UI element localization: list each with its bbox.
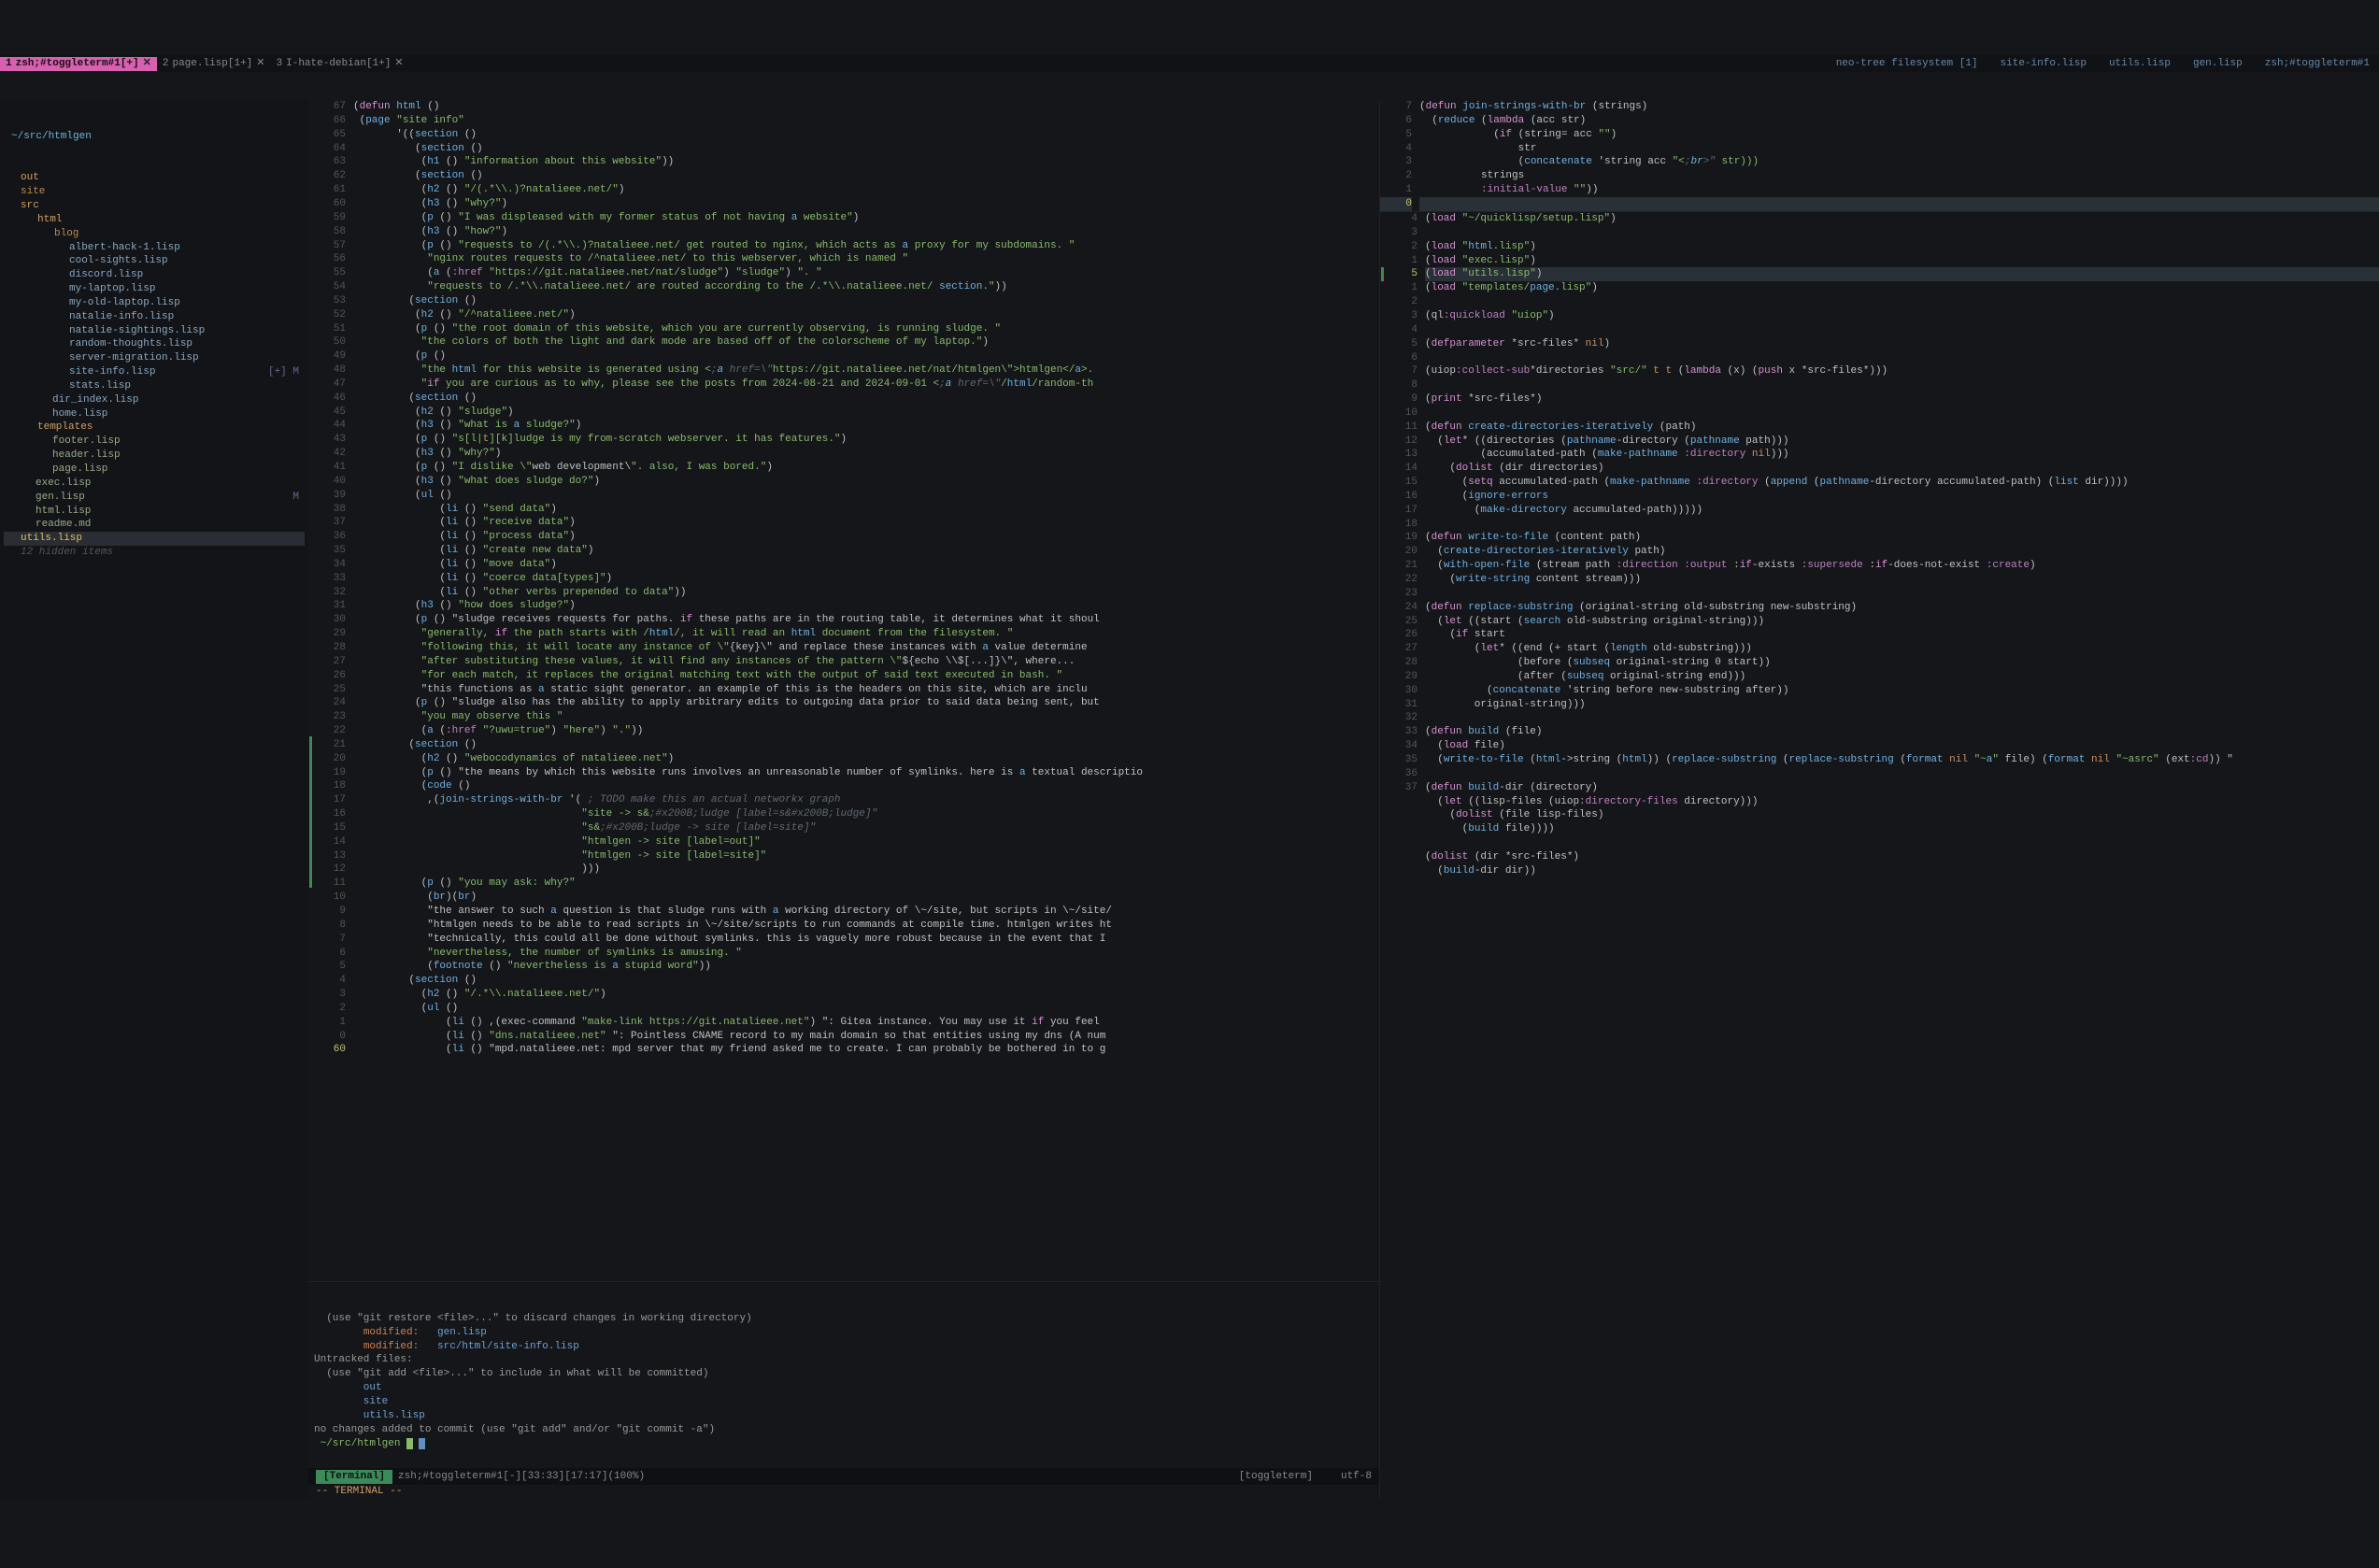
tab-2[interactable]: 2 page.lisp[1+] ✕ <box>157 57 271 71</box>
status-filetype: [toggleterm] <box>1239 1470 1313 1484</box>
tree-item[interactable]: html.lisp <box>4 505 305 519</box>
tree-item[interactable]: albert-hack-1.lisp <box>4 241 305 255</box>
editor-bottom-right[interactable]: 4321512345678910111213141516171819202122… <box>1380 212 2379 1499</box>
tree-item[interactable]: blog <box>4 227 305 241</box>
tree-item[interactable]: src <box>4 199 305 213</box>
tree-item[interactable]: templates <box>4 421 305 435</box>
tree-item[interactable]: natalie-info.lisp <box>4 310 305 324</box>
tree-item[interactable]: site-info.lisp[+] M <box>4 365 305 379</box>
winbar: neo-tree filesystem [1] site-info.lisp u… <box>1836 57 2379 71</box>
tree-item[interactable]: dir_index.lisp <box>4 393 305 407</box>
tree-item[interactable]: header.lisp <box>4 449 305 463</box>
tree-item[interactable]: site <box>4 185 305 199</box>
tab-label: page.lisp[1+] <box>172 57 252 71</box>
tab-label: zsh;#toggleterm#1[+] <box>16 57 139 71</box>
tree-item[interactable]: gen.lispM <box>4 491 305 505</box>
tree-item[interactable]: page.lisp <box>4 463 305 477</box>
tree-item[interactable]: natalie-sightings.lisp <box>4 324 305 338</box>
tree-badge: [+] M <box>268 365 305 379</box>
tab-3[interactable]: 3 I-hate-debian[1+] ✕ <box>271 57 409 71</box>
winbar-item[interactable]: neo-tree filesystem [1] <box>1836 57 1978 71</box>
tree-item[interactable]: readme.md <box>4 518 305 532</box>
status-file: zsh;#toggleterm#1[-][33:33][17:17](100%) <box>392 1470 645 1484</box>
tree-item[interactable]: 12 hidden items <box>4 546 305 560</box>
close-icon[interactable]: ✕ <box>394 57 403 71</box>
tree-item[interactable]: my-old-laptop.lisp <box>4 296 305 310</box>
tree-item[interactable]: stats.lisp <box>4 379 305 393</box>
tree-item[interactable]: discord.lisp <box>4 268 305 282</box>
tree-item[interactable]: home.lisp <box>4 407 305 421</box>
tab-num: 3 <box>277 57 283 71</box>
tree-item[interactable]: out <box>4 171 305 185</box>
tree-item[interactable]: footer.lisp <box>4 435 305 449</box>
code-content[interactable]: (load "~/quicklisp/setup.lisp") (load "h… <box>1425 212 2379 1499</box>
tree-item[interactable]: cool-sights.lisp <box>4 254 305 268</box>
line-gutter: 76543210 <box>1380 100 1419 211</box>
tree-item[interactable]: exec.lisp <box>4 477 305 491</box>
tab-num: 1 <box>6 57 12 71</box>
winbar-item[interactable]: gen.lisp <box>2193 57 2243 71</box>
close-icon[interactable]: ✕ <box>143 57 151 71</box>
tree-badge: M <box>292 491 305 505</box>
mode-indicator: -- TERMINAL -- <box>308 1485 1379 1499</box>
tree-item[interactable]: server-migration.lisp <box>4 351 305 365</box>
winbar-item[interactable]: zsh;#toggleterm#1 <box>2265 57 2370 71</box>
tree-root[interactable]: ~/src/htmlgen <box>4 130 305 144</box>
terminal-pane[interactable]: (use "git restore <file>..." to discard … <box>308 1281 1379 1468</box>
line-gutter: 6766656463626160595857565554535251504948… <box>314 100 353 1281</box>
editor-left[interactable]: 6766656463626160595857565554535251504948… <box>308 100 1379 1281</box>
winbar-item[interactable]: utils.lisp <box>2109 57 2171 71</box>
status-line: [Terminal] zsh;#toggleterm#1[-][33:33][1… <box>308 1468 1379 1485</box>
tree-item[interactable]: random-thoughts.lisp <box>4 337 305 351</box>
tree-item[interactable]: html <box>4 213 305 227</box>
tab-num: 2 <box>163 57 169 71</box>
status-encoding: utf-8 <box>1341 1470 1372 1484</box>
tree-item[interactable]: utils.lisp <box>4 532 305 546</box>
winbar-item[interactable]: site-info.lisp <box>2001 57 2087 71</box>
close-icon[interactable]: ✕ <box>256 57 264 71</box>
code-content[interactable]: (defun html () (page "site info" '((sect… <box>353 100 1379 1281</box>
status-mode: [Terminal] <box>316 1470 392 1484</box>
code-content[interactable]: (defun join-strings-with-br (strings) (r… <box>1419 100 2379 211</box>
tab-bar: 1 zsh;#toggleterm#1[+] ✕ 2 page.lisp[1+]… <box>0 55 2379 72</box>
tree-item[interactable]: my-laptop.lisp <box>4 282 305 296</box>
editor-top-right[interactable]: 76543210 (defun join-strings-with-br (st… <box>1380 100 2379 212</box>
tab-1[interactable]: 1 zsh;#toggleterm#1[+] ✕ <box>0 57 157 71</box>
tab-label: I-hate-debian[1+] <box>286 57 391 71</box>
line-gutter: 4321512345678910111213141516171819202122… <box>1386 212 1425 1499</box>
file-tree[interactable]: ~/src/htmlgen outsitesrchtmlblogalbert-h… <box>0 100 308 1499</box>
